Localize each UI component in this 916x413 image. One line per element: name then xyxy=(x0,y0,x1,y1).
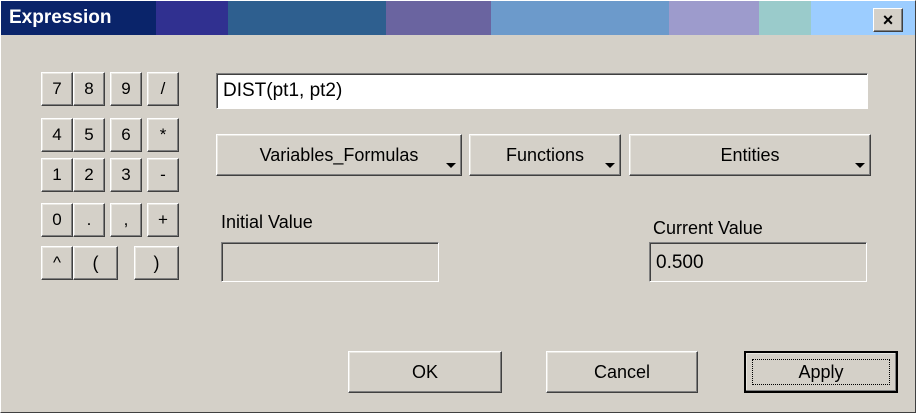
key-decimal[interactable]: . xyxy=(73,203,105,237)
key-comma[interactable]: , xyxy=(110,203,142,237)
cancel-button[interactable]: Cancel xyxy=(546,351,698,393)
key-6[interactable]: 6 xyxy=(110,118,142,152)
key-7[interactable]: 7 xyxy=(41,72,73,106)
key-minus[interactable]: - xyxy=(147,158,179,192)
key-power[interactable]: ^ xyxy=(41,246,73,280)
initial-value-label: Initial Value xyxy=(221,212,313,232)
close-icon[interactable]: × xyxy=(873,8,903,32)
key-4[interactable]: 4 xyxy=(41,118,73,152)
expression-dialog: Expression × 7 8 9 / 4 5 6 * 1 2 3 - 0 .… xyxy=(0,0,916,413)
apply-button[interactable]: Apply xyxy=(744,351,898,393)
variables-formulas-dropdown[interactable]: Variables_Formulas xyxy=(216,134,462,176)
titlebar-band xyxy=(491,1,669,35)
focus-ring xyxy=(752,359,890,385)
titlebar-band xyxy=(228,1,386,35)
expression-input[interactable]: DIST(pt1, pt2) xyxy=(216,73,868,109)
current-value-label: Current Value xyxy=(653,218,763,238)
entities-dropdown[interactable]: Entities xyxy=(629,134,871,176)
chevron-down-icon xyxy=(605,163,615,168)
key-1[interactable]: 1 xyxy=(41,158,73,192)
key-divide[interactable]: / xyxy=(147,72,179,106)
current-value-field: 0.500 xyxy=(649,242,867,282)
key-0[interactable]: 0 xyxy=(41,203,73,237)
functions-label: Functions xyxy=(505,144,585,165)
key-open-paren[interactable]: ( xyxy=(73,246,118,280)
chevron-down-icon xyxy=(446,163,456,168)
window-title: Expression xyxy=(9,7,112,28)
titlebar-band xyxy=(759,1,811,35)
key-close-paren[interactable]: ) xyxy=(134,246,179,280)
key-3[interactable]: 3 xyxy=(110,158,142,192)
key-multiply[interactable]: * xyxy=(147,118,179,152)
key-8[interactable]: 8 xyxy=(73,72,105,106)
key-5[interactable]: 5 xyxy=(73,118,105,152)
initial-value-field xyxy=(221,242,439,282)
key-plus[interactable]: + xyxy=(147,203,179,237)
entities-label: Entities xyxy=(720,144,780,165)
chevron-down-icon xyxy=(855,163,865,168)
title-bar xyxy=(1,1,915,35)
variables-formulas-label: Variables_Formulas xyxy=(259,144,419,165)
functions-dropdown[interactable]: Functions xyxy=(469,134,621,176)
key-9[interactable]: 9 xyxy=(110,72,142,106)
titlebar-band xyxy=(386,1,491,35)
ok-button[interactable]: OK xyxy=(348,351,502,393)
titlebar-band xyxy=(156,1,228,35)
key-2[interactable]: 2 xyxy=(73,158,105,192)
titlebar-band xyxy=(669,1,759,35)
